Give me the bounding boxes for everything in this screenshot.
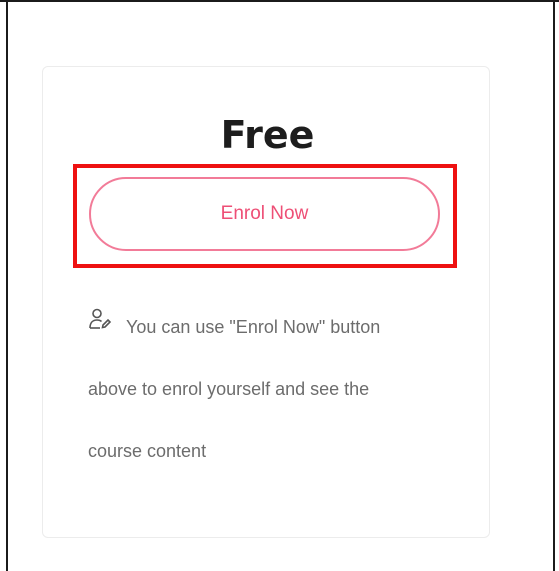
user-edit-icon	[88, 294, 112, 356]
info-text-line-2: above to enrol yourself and see the	[88, 379, 370, 399]
enrol-now-button[interactable]: Enrol Now	[89, 177, 440, 251]
info-text-line-3: course content	[88, 441, 207, 461]
screenshot-frame-right	[553, 0, 555, 571]
price-label: Free	[220, 113, 315, 157]
screenshot-frame-top	[0, 0, 559, 2]
info-line-1: You can use "Enrol Now" button	[88, 296, 460, 358]
enrol-info: You can use "Enrol Now" button above to …	[88, 296, 460, 482]
info-text-line-1: You can use "Enrol Now" button	[126, 317, 381, 337]
screenshot-frame-left	[6, 0, 8, 571]
